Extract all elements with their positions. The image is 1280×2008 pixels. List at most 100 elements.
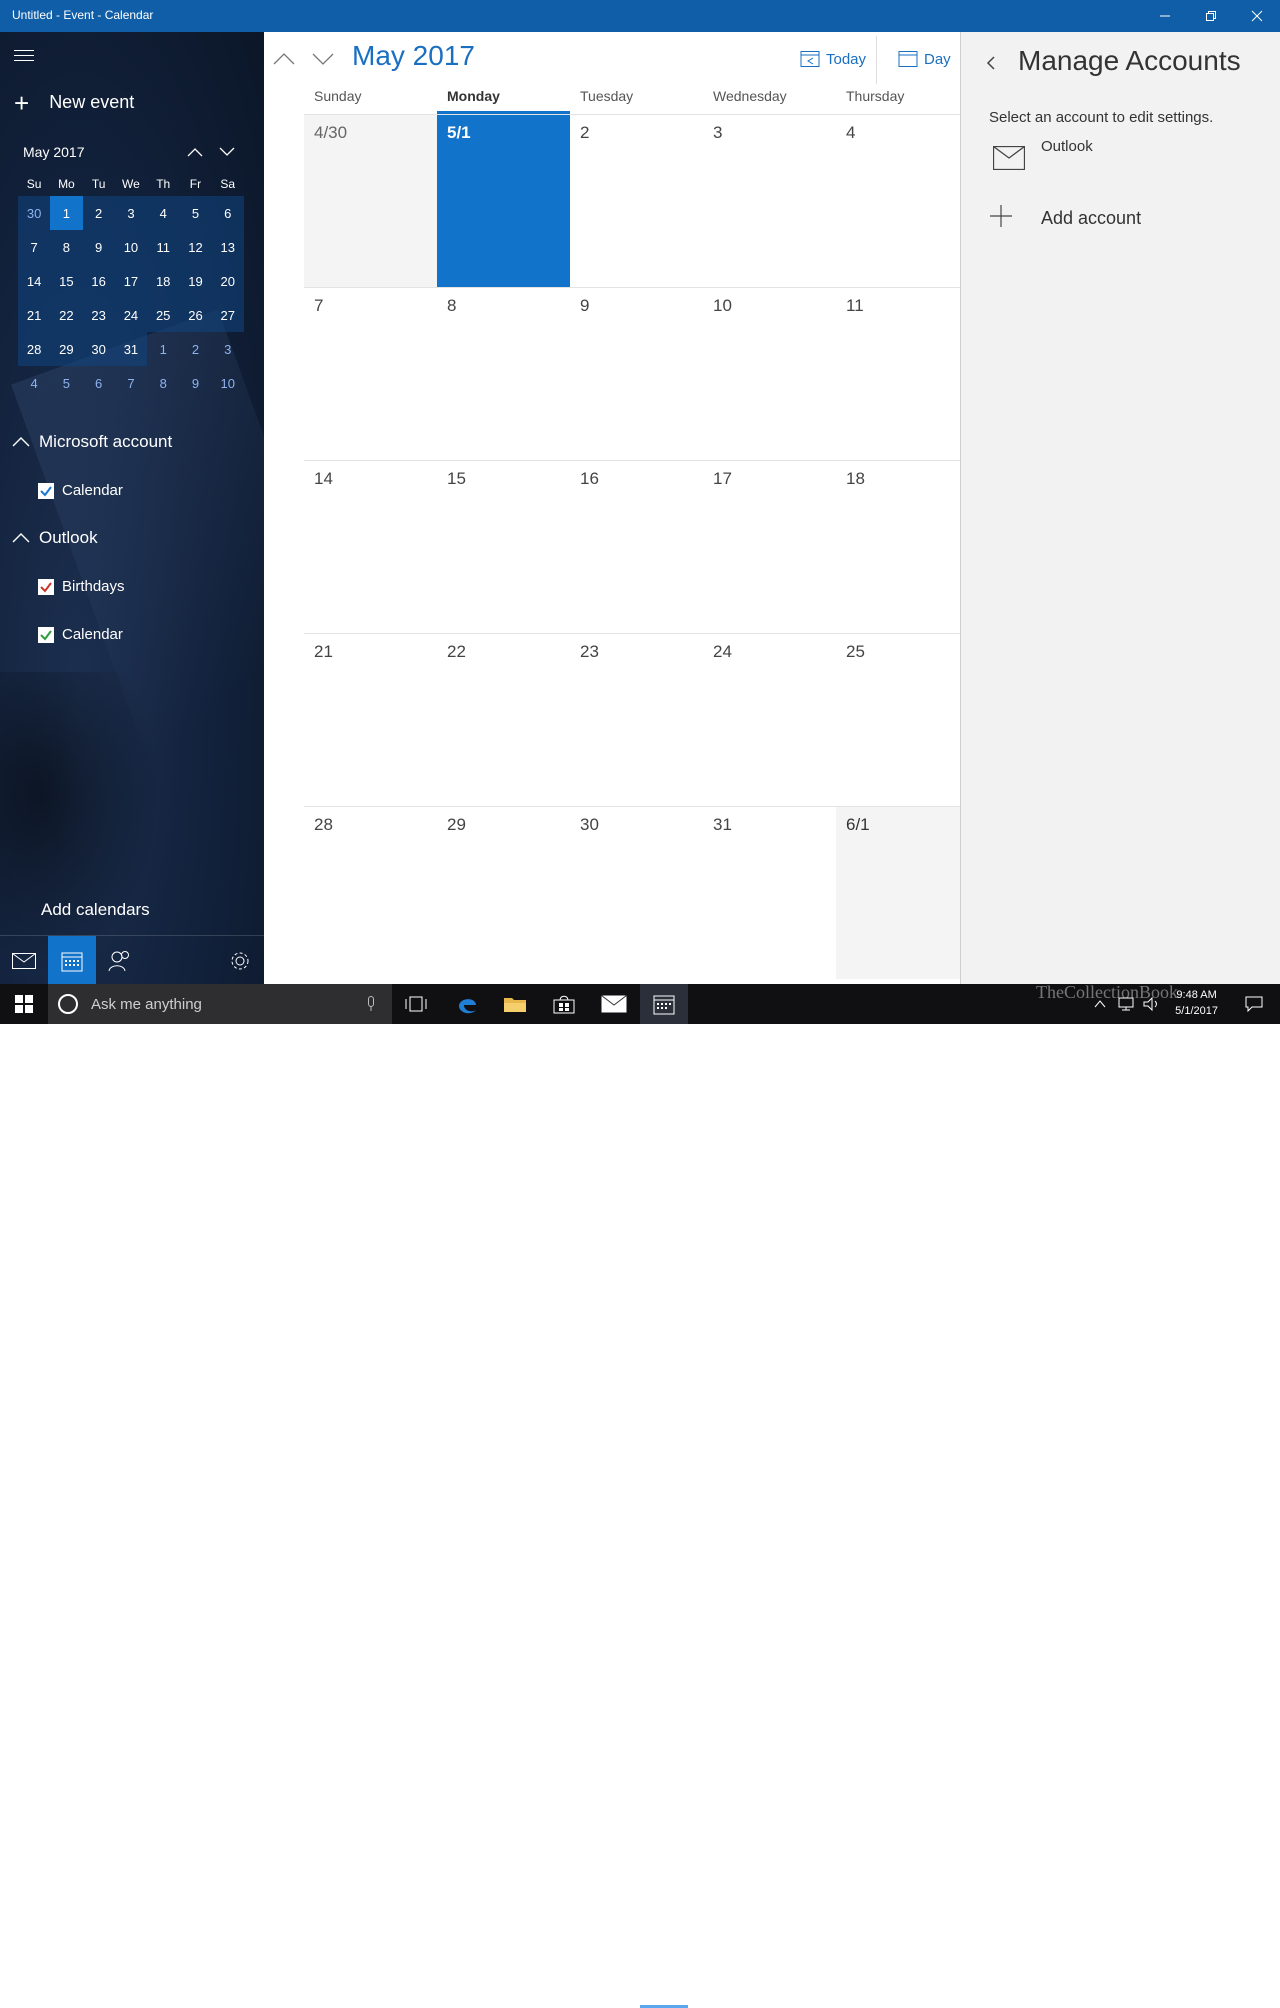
minimize-button[interactable] xyxy=(1142,0,1188,32)
mini-calendar-day[interactable]: 2 xyxy=(179,332,211,366)
day-cell[interactable]: 18 xyxy=(836,461,960,633)
day-cell[interactable]: 23 xyxy=(570,634,703,806)
mini-calendar-day[interactable]: 20 xyxy=(211,264,244,298)
edge-browser-button[interactable] xyxy=(443,984,491,1024)
mini-calendar-day[interactable]: 6 xyxy=(211,196,244,230)
today-button[interactable]: Today xyxy=(800,50,866,68)
mini-calendar-day[interactable]: 8 xyxy=(50,230,83,264)
mail-app-button[interactable] xyxy=(0,936,48,984)
mini-calendar-day[interactable]: 31 xyxy=(114,332,148,366)
mini-calendar-day[interactable]: 25 xyxy=(147,298,180,332)
mini-calendar-day[interactable]: 9 xyxy=(179,366,211,400)
mini-calendar-day[interactable]: 18 xyxy=(147,264,180,298)
mini-calendar-day[interactable]: 19 xyxy=(179,264,212,298)
mini-calendar-day[interactable]: 10 xyxy=(212,366,244,400)
mini-calendar-day[interactable]: 11 xyxy=(147,230,180,264)
mini-calendar-day[interactable]: 16 xyxy=(82,264,115,298)
people-app-button[interactable] xyxy=(96,936,144,984)
mini-calendar-day[interactable]: 29 xyxy=(50,332,83,366)
mini-calendar-day[interactable]: 8 xyxy=(147,366,179,400)
day-cell[interactable]: 4 xyxy=(836,115,960,287)
day-cell[interactable]: 11 xyxy=(836,288,960,460)
next-month-button[interactable] xyxy=(309,46,337,72)
mini-calendar-day[interactable]: 6 xyxy=(83,366,115,400)
day-cell[interactable]: 29 xyxy=(437,807,570,979)
new-event-button[interactable]: + New event xyxy=(14,90,134,116)
day-cell[interactable]: 4/30 xyxy=(304,115,437,287)
day-view-button[interactable]: Day xyxy=(898,50,951,68)
mini-calendar-day[interactable]: 3 xyxy=(212,332,244,366)
task-view-button[interactable] xyxy=(392,984,440,1024)
calendar-taskbar-button[interactable] xyxy=(640,984,688,1024)
clock[interactable]: 9:48 AM 5/1/2017 xyxy=(1175,987,1218,1019)
mini-calendar-day[interactable]: 7 xyxy=(18,230,51,264)
mini-calendar-day[interactable]: 4 xyxy=(18,366,50,400)
add-account-button[interactable]: Add account xyxy=(989,202,1259,234)
calendar-toggle-microsoft-calendar[interactable]: Calendar xyxy=(38,482,123,499)
mini-calendar-day[interactable]: 22 xyxy=(50,298,83,332)
day-cell[interactable]: 2 xyxy=(570,115,703,287)
mini-calendar-day[interactable]: 27 xyxy=(211,298,244,332)
restore-button[interactable] xyxy=(1188,0,1234,32)
account-item-outlook[interactable]: Outlook xyxy=(989,138,1259,178)
mini-calendar-month-label[interactable]: May 2017 xyxy=(23,144,84,160)
checkbox-icon[interactable] xyxy=(38,482,54,499)
mini-calendar-day[interactable]: 30 xyxy=(18,196,51,230)
day-cell[interactable]: 9 xyxy=(570,288,703,460)
mini-calendar-day[interactable]: 30 xyxy=(82,332,115,366)
mini-calendar-day[interactable]: 28 xyxy=(18,332,51,366)
action-center-button[interactable] xyxy=(1234,984,1274,1024)
start-button[interactable] xyxy=(0,984,48,1024)
day-cell[interactable]: 31 xyxy=(703,807,836,979)
calendar-app-button[interactable] xyxy=(48,936,96,984)
checkbox-icon[interactable] xyxy=(38,626,54,643)
mini-calendar-day[interactable]: 2 xyxy=(82,196,115,230)
mini-calendar-day[interactable]: 4 xyxy=(147,196,180,230)
mini-calendar-day[interactable]: 5 xyxy=(179,196,212,230)
mini-calendar-day[interactable]: 12 xyxy=(179,230,212,264)
mini-calendar-day[interactable]: 1 xyxy=(50,196,83,230)
day-cell[interactable]: 21 xyxy=(304,634,437,806)
day-cell[interactable]: 7 xyxy=(304,288,437,460)
close-button[interactable] xyxy=(1234,0,1280,32)
day-cell[interactable]: 30 xyxy=(570,807,703,979)
mini-calendar-day[interactable]: 5 xyxy=(50,366,82,400)
mini-calendar-day[interactable]: 1 xyxy=(147,332,179,366)
file-explorer-button[interactable] xyxy=(491,984,539,1024)
month-title[interactable]: May 2017 xyxy=(352,40,475,72)
mini-calendar-prev-button[interactable] xyxy=(184,142,206,162)
day-cell[interactable]: 14 xyxy=(304,461,437,633)
store-button[interactable] xyxy=(540,984,588,1024)
back-button[interactable] xyxy=(981,52,1001,74)
checkbox-icon[interactable] xyxy=(38,578,54,595)
calendar-toggle-outlook-calendar[interactable]: Calendar xyxy=(38,626,123,643)
mini-calendar-day[interactable]: 3 xyxy=(114,196,148,230)
mini-calendar-day[interactable]: 9 xyxy=(82,230,115,264)
settings-button[interactable] xyxy=(216,936,264,984)
account-header-outlook[interactable]: Outlook xyxy=(12,528,98,548)
day-cell[interactable]: 10 xyxy=(703,288,836,460)
day-cell[interactable]: 3 xyxy=(703,115,836,287)
day-cell[interactable]: 15 xyxy=(437,461,570,633)
day-cell[interactable]: 6/1 xyxy=(836,807,960,979)
mini-calendar-day[interactable]: 14 xyxy=(18,264,51,298)
previous-month-button[interactable] xyxy=(270,46,298,72)
day-cell[interactable]: 17 xyxy=(703,461,836,633)
mini-calendar-day[interactable]: 26 xyxy=(179,298,212,332)
mini-calendar-day[interactable]: 17 xyxy=(114,264,148,298)
day-cell[interactable]: 22 xyxy=(437,634,570,806)
mini-calendar-day[interactable]: 24 xyxy=(114,298,148,332)
day-cell[interactable]: 5/1 xyxy=(437,115,570,287)
calendar-toggle-birthdays[interactable]: Birthdays xyxy=(38,578,125,595)
mini-calendar-next-button[interactable] xyxy=(216,142,238,162)
mail-taskbar-button[interactable] xyxy=(590,984,638,1024)
day-cell[interactable]: 8 xyxy=(437,288,570,460)
add-calendars-button[interactable]: Add calendars xyxy=(41,900,150,920)
mini-calendar-day[interactable]: 7 xyxy=(115,366,147,400)
day-cell[interactable]: 16 xyxy=(570,461,703,633)
mini-calendar-day[interactable]: 10 xyxy=(114,230,148,264)
cortana-search-box[interactable]: Ask me anything xyxy=(48,984,392,1024)
mini-calendar-day[interactable]: 23 xyxy=(82,298,115,332)
account-header-microsoft[interactable]: Microsoft account xyxy=(12,432,172,452)
day-cell[interactable]: 24 xyxy=(703,634,836,806)
